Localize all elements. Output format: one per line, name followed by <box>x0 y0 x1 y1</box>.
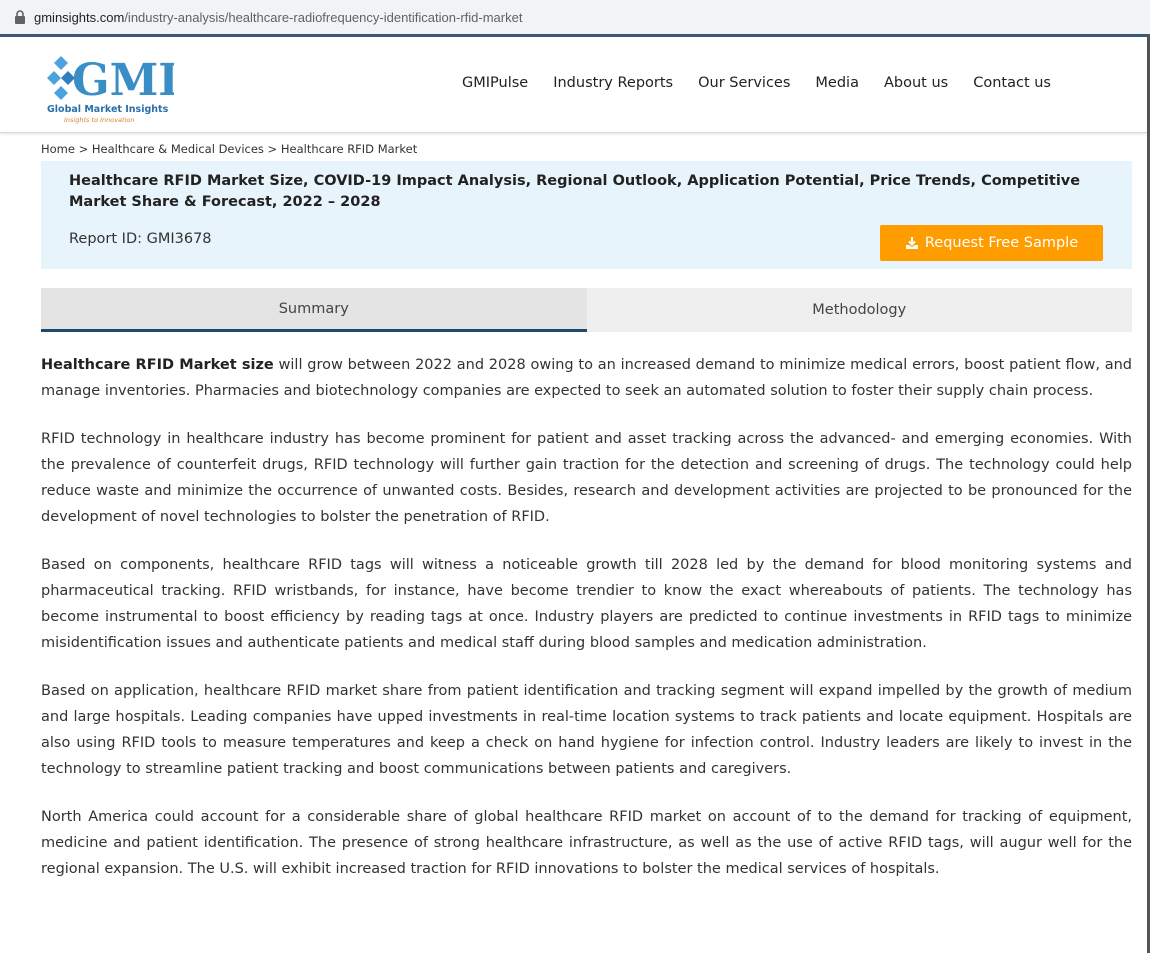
lock-icon <box>14 10 28 24</box>
nav-about-us[interactable]: About us <box>884 75 948 91</box>
nav-media[interactable]: Media <box>815 75 859 91</box>
market-size-highlight: Healthcare RFID Market size <box>41 357 274 373</box>
nav-our-services[interactable]: Our Services <box>698 75 790 91</box>
gmi-logo[interactable]: GMI Global Market Insights Insights to I… <box>44 49 174 125</box>
logo-text: GMI <box>72 55 174 106</box>
request-free-sample-button[interactable]: Request Free Sample <box>880 225 1103 261</box>
request-free-sample-label: Request Free Sample <box>924 235 1079 251</box>
summary-paragraph: Based on components, healthcare RFID tag… <box>41 557 1132 651</box>
url-text[interactable]: gminsights.com/industry-analysis/healthc… <box>34 10 522 25</box>
site-header: GMI Global Market Insights Insights to I… <box>0 37 1147 133</box>
report-tabs: Summary Methodology <box>41 288 1132 332</box>
report-title-panel: Healthcare RFID Market Size, COVID-19 Im… <box>41 161 1132 269</box>
summary-paragraph: Healthcare RFID Market size will grow be… <box>41 357 1132 399</box>
summary-content: Healthcare RFID Market size will grow be… <box>41 352 1132 904</box>
report-id: Report ID: GMI3678 <box>69 231 212 247</box>
page-title: Healthcare RFID Market Size, COVID-19 Im… <box>69 173 1081 210</box>
tab-summary[interactable]: Summary <box>41 288 587 332</box>
address-bar[interactable]: gminsights.com/industry-analysis/healthc… <box>0 0 1150 34</box>
logo-tagline: Insights to Innovation <box>64 116 134 124</box>
main-nav: GMIPulse Industry Reports Our Services M… <box>462 75 1076 91</box>
nav-gmipulse[interactable]: GMIPulse <box>462 75 528 91</box>
breadcrumb[interactable]: Home > Healthcare & Medical Devices > He… <box>41 142 417 156</box>
diamond-logo-icon <box>47 56 75 100</box>
logo-company-name: Global Market Insights <box>47 104 169 115</box>
tab-methodology[interactable]: Methodology <box>586 288 1132 332</box>
summary-paragraph: Based on application, healthcare RFID ma… <box>41 683 1132 777</box>
summary-paragraph: North America could account for a consid… <box>41 809 1132 877</box>
nav-contact-us[interactable]: Contact us <box>973 75 1051 91</box>
summary-paragraph: RFID technology in healthcare industry h… <box>41 431 1132 525</box>
nav-industry-reports[interactable]: Industry Reports <box>553 75 673 91</box>
download-icon <box>905 236 919 250</box>
